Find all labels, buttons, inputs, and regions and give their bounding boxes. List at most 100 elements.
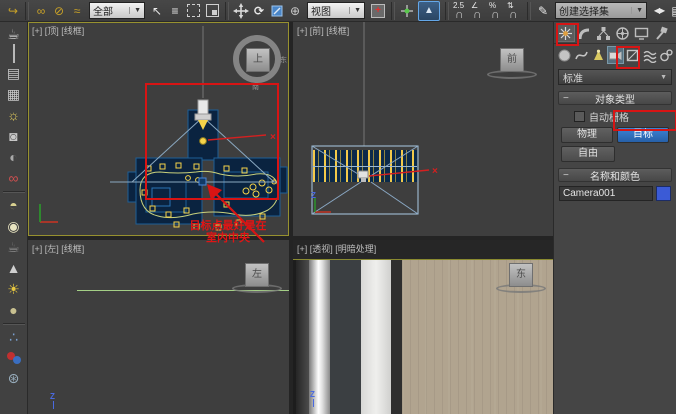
tab-utilities[interactable] bbox=[651, 24, 670, 42]
tab-display[interactable] bbox=[632, 24, 651, 42]
name-color-rollout[interactable]: − 名称和颜色 bbox=[558, 168, 672, 182]
z-axis-label: Z bbox=[50, 392, 55, 401]
subtab-shapes[interactable] bbox=[573, 46, 590, 64]
object-type-rollout[interactable]: − 对象类型 bbox=[558, 91, 672, 105]
subtab-cameras[interactable] bbox=[607, 46, 624, 64]
select-and-link-icon[interactable]: ∞ bbox=[32, 2, 50, 20]
camera-target-point[interactable] bbox=[199, 178, 206, 185]
viewport-front-label[interactable]: [+] [前] [线框] bbox=[297, 24, 349, 37]
z-axis-line bbox=[53, 401, 54, 409]
select-and-scale-icon[interactable] bbox=[269, 3, 285, 19]
unlink-selection-icon[interactable]: ⊘ bbox=[50, 2, 68, 20]
world-axis-tripod bbox=[40, 204, 58, 222]
viewport-front[interactable]: [+] [前] [线框] 前 × bbox=[293, 22, 553, 236]
rectangular-selection-region-icon[interactable] bbox=[187, 4, 200, 17]
mirror-icon[interactable]: ◀▶ bbox=[650, 2, 668, 20]
toolbar-separator bbox=[527, 2, 531, 20]
chevron-down-icon: ▼ bbox=[631, 7, 643, 14]
selection-filter-dropdown[interactable]: 全部 ▼ bbox=[89, 2, 145, 19]
compass-east-label: 东 bbox=[280, 55, 287, 65]
autogrid-checkbox[interactable] bbox=[574, 111, 585, 122]
create-subcategories bbox=[554, 44, 676, 66]
window-crossing-icon[interactable] bbox=[206, 4, 219, 17]
percent-snap-toggle-icon[interactable]: % ∩ bbox=[488, 2, 506, 20]
bind-to-spacewarp-icon[interactable]: ≈ bbox=[68, 2, 86, 20]
viewport-perspective[interactable]: [+] [透视] [明暗处理] 东 Z bbox=[293, 240, 553, 414]
align-icon[interactable]: ▤ bbox=[668, 2, 676, 20]
camera-category-dropdown[interactable]: 标准 ▼ bbox=[558, 69, 672, 85]
render-setup-icon[interactable] bbox=[13, 45, 15, 63]
tab-create[interactable] bbox=[556, 24, 575, 42]
angle-snap-toggle-icon[interactable]: ∠ ∩ bbox=[470, 2, 488, 20]
cone-icon[interactable]: ▲ bbox=[2, 258, 26, 279]
render-production-icon[interactable]: ☕ bbox=[2, 24, 26, 45]
viewport-left-label[interactable]: [+] [左] [线框] bbox=[32, 242, 84, 255]
command-panel: 标准 ▼ − 对象类型 自动栅格 物理 目标 自由 − 名称和颜色 Camera… bbox=[553, 22, 676, 414]
object-name-field[interactable]: Camera001 bbox=[559, 186, 653, 201]
subtab-lights[interactable] bbox=[590, 46, 607, 64]
gizmo-x-axis[interactable]: × bbox=[369, 166, 438, 177]
camera-object[interactable] bbox=[358, 171, 368, 182]
left-toolbar-separator bbox=[3, 323, 25, 325]
spacer bbox=[617, 146, 671, 162]
subtab-systems[interactable] bbox=[658, 46, 675, 64]
tab-modify[interactable] bbox=[575, 24, 594, 42]
coordinate-system-dropdown[interactable]: 视图 ▼ bbox=[307, 2, 365, 19]
subtab-spacewarps[interactable] bbox=[641, 46, 658, 64]
sunlight-icon[interactable]: ☀ bbox=[2, 279, 26, 300]
object-color-swatch[interactable] bbox=[656, 186, 671, 201]
redo-icon[interactable]: ↪ bbox=[4, 2, 22, 20]
dome-light-icon[interactable]: ◓ bbox=[2, 195, 26, 216]
lights-icon bbox=[591, 48, 606, 63]
viewcube-front[interactable]: 前 bbox=[500, 48, 524, 72]
3dsmax-window: ↪ ∞ ⊘ ≈ 全部 ▼ ↖ ≡ ⟳ ⊕ 视图 ▼ + bbox=[0, 0, 676, 414]
omni-light-icon[interactable]: ◉ bbox=[2, 216, 26, 237]
free-camera-button[interactable]: 自由 bbox=[561, 146, 615, 162]
chevron-down-icon: ▼ bbox=[660, 74, 667, 81]
chevron-down-icon: ▼ bbox=[349, 7, 361, 14]
autogrid-row: 自动栅格 bbox=[574, 109, 676, 124]
select-and-rotate-icon[interactable]: ⟳ bbox=[250, 2, 268, 20]
molecule-icon[interactable] bbox=[6, 351, 22, 365]
coordinate-system-value: 视图 bbox=[311, 3, 331, 18]
sphere-light-icon[interactable]: ● bbox=[2, 300, 26, 321]
main-toolbar: ↪ ∞ ⊘ ≈ 全部 ▼ ↖ ≡ ⟳ ⊕ 视图 ▼ + bbox=[0, 0, 676, 22]
light-lister-icon[interactable]: ☼ bbox=[2, 105, 26, 126]
physical-camera-button[interactable]: 物理 bbox=[561, 127, 613, 143]
stereo-camera-icon[interactable]: ∞ bbox=[2, 168, 26, 189]
tab-hierarchy[interactable] bbox=[594, 24, 613, 42]
edit-named-selection-sets-icon[interactable]: ✎ bbox=[534, 2, 552, 20]
particle-system-icon[interactable]: ∴ bbox=[2, 327, 26, 348]
spinner-snap-toggle-icon[interactable]: ⇅ ∩ bbox=[506, 2, 524, 20]
viewport-perspective-label[interactable]: [+] [透视] [明暗处理] bbox=[297, 242, 376, 255]
dark-gap-band bbox=[391, 240, 402, 414]
camera-type-buttons-row2: 自由 bbox=[559, 146, 671, 162]
shapes-icon bbox=[574, 48, 589, 63]
tab-motion[interactable] bbox=[613, 24, 632, 42]
camera-lister-icon[interactable]: ◙ bbox=[2, 126, 26, 147]
viewcube-top[interactable]: 上 bbox=[246, 48, 270, 72]
select-object-icon[interactable]: ↖ bbox=[148, 2, 166, 20]
atom-icon[interactable]: ⊛ bbox=[2, 368, 26, 389]
material-editor-icon[interactable]: ▤ bbox=[2, 63, 26, 84]
use-pivot-center-icon[interactable]: + bbox=[371, 4, 385, 18]
shadow-toggle-icon[interactable]: ◐ bbox=[2, 147, 26, 168]
select-by-name-icon[interactable]: ≡ bbox=[166, 2, 184, 20]
named-selection-sets-dropdown[interactable]: 创建选择集 ▼ bbox=[555, 2, 647, 19]
target-camera-button[interactable]: 目标 bbox=[617, 127, 669, 143]
snap-toggle-25-icon[interactable]: 2.5 ∩ bbox=[452, 2, 470, 20]
keyboard-override-toggle[interactable]: ▲ bbox=[418, 1, 440, 21]
wireframe-teapot-icon[interactable]: ☕ bbox=[2, 237, 26, 258]
reference-coordinate-icon[interactable]: ⊕ bbox=[286, 2, 304, 20]
subtab-helpers[interactable] bbox=[624, 46, 641, 64]
viewport-top-label[interactable]: [+] [顶] [线框] bbox=[32, 24, 84, 37]
select-and-manipulate-icon[interactable] bbox=[399, 3, 415, 19]
select-and-move-icon[interactable] bbox=[233, 3, 249, 19]
viewcube-perspective[interactable]: 东 bbox=[509, 263, 533, 287]
subtab-geometry[interactable] bbox=[556, 46, 573, 64]
viewcube-left[interactable]: 左 bbox=[245, 263, 269, 287]
viewport-top[interactable]: [+] [顶] [线框] 上 东 南 bbox=[28, 22, 289, 236]
render-elements-icon[interactable]: ▦ bbox=[2, 84, 26, 105]
viewport-left[interactable]: [+] [左] [线框] 左 Z bbox=[28, 240, 289, 414]
toolbar-separator bbox=[445, 2, 449, 20]
